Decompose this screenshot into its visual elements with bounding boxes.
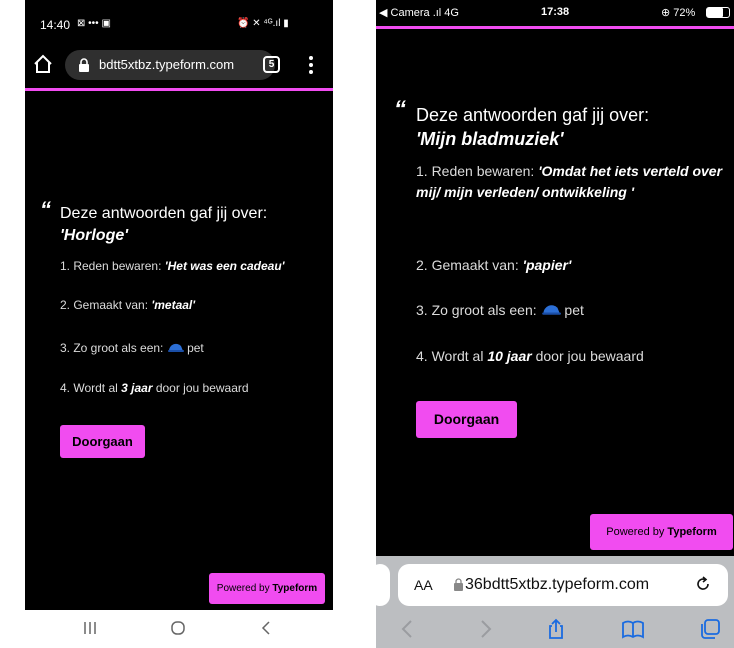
status-bar: ◀ Camera .ıl 4G 17:38 ⊕ 72%: [376, 0, 734, 24]
answer-line: 1. Reden bewaren: 'Het was een cadeau': [60, 259, 285, 273]
question-heading: Deze antwoorden gaf jij over: 'Mijn blad…: [416, 103, 716, 151]
system-icons: ⏰ ✕ ⁴ᴳ.ıl ▮: [237, 18, 289, 29]
home-icon[interactable]: [32, 53, 54, 75]
cap-icon: [167, 343, 184, 352]
android-screen: 14:40 ⊠ ••• ▣ ⏰ ✕ ⁴ᴳ.ıl ▮ bdtt5xtbz.type…: [25, 0, 333, 648]
url-text: 36bdtt5xtbz.typeform.com: [465, 576, 650, 593]
forward-icon[interactable]: [473, 618, 497, 640]
bookmarks-icon[interactable]: [621, 618, 645, 640]
tab-switcher-button[interactable]: 5: [263, 56, 280, 73]
heading-text: Deze antwoorden gaf jij over:: [60, 205, 268, 222]
address-bar[interactable]: bdtt5xtbz.typeform.com: [65, 50, 275, 80]
heading-item: 'Mijn bladmuziek': [416, 129, 564, 149]
answer-line: 2. Gemaakt van: 'metaal': [60, 298, 196, 312]
reload-icon[interactable]: [693, 574, 713, 594]
heading-item: 'Horloge': [60, 227, 129, 244]
status-time: 17:38: [541, 6, 570, 18]
more-menu-icon[interactable]: [301, 54, 321, 76]
status-bar: 14:40 ⊠ ••• ▣ ⏰ ✕ ⁴ᴳ.ıl ▮: [25, 0, 333, 42]
answer-line: 2. Gemaakt van: 'papier': [416, 257, 572, 273]
answer-line: 4. Wordt al 3 jaar door jou bewaard: [60, 381, 249, 395]
battery-icon: [706, 7, 730, 18]
powered-by-typeform[interactable]: Powered by Typeform: [209, 573, 325, 604]
home-nav-icon[interactable]: [168, 619, 188, 637]
answer-line: 4. Wordt al 10 jaar door jou bewaard: [416, 348, 644, 364]
previous-tab-peek[interactable]: [376, 564, 390, 606]
share-icon[interactable]: [544, 618, 568, 640]
address-bar[interactable]: AA 36bdtt5xtbz.typeform.com: [398, 564, 728, 606]
quote-mark: “: [40, 197, 51, 222]
answer-line: 3. Zo groot als een: pet: [60, 341, 204, 355]
answer-line: 1. Reden bewaren: 'Omdat het iets vertel…: [416, 163, 723, 200]
reader-aa-button[interactable]: AA: [414, 577, 433, 593]
safari-bottom-bar: AA 36bdtt5xtbz.typeform.com: [376, 556, 734, 648]
cap-icon: [541, 305, 561, 315]
question-heading: Deze antwoorden gaf jij over: 'Horloge': [60, 203, 320, 247]
typeform-content: “ Deze antwoorden gaf jij over: 'Horloge…: [25, 91, 333, 610]
status-time: 14:40: [40, 18, 71, 32]
battery-percent: ⊕ 72%: [661, 7, 696, 19]
heading-text: Deze antwoorden gaf jij over:: [416, 105, 650, 125]
android-nav-bar: [25, 610, 333, 648]
answer-line: 3. Zo groot als een: pet: [416, 302, 584, 318]
back-to-camera[interactable]: ◀ Camera .ıl 4G: [379, 6, 459, 19]
notification-icons: ⊠ ••• ▣: [77, 18, 111, 29]
lock-icon: [454, 578, 463, 591]
back-icon[interactable]: [396, 618, 420, 640]
browser-toolbar: bdtt5xtbz.typeform.com 5: [25, 42, 333, 88]
tabs-icon[interactable]: [698, 618, 722, 640]
ios-screen: ◀ Camera .ıl 4G 17:38 ⊕ 72% “ Deze antwo…: [376, 0, 734, 648]
back-nav-icon[interactable]: [257, 619, 277, 637]
url-text: bdtt5xtbz.typeform.com: [99, 57, 235, 72]
powered-by-typeform[interactable]: Powered by Typeform: [590, 514, 733, 550]
continue-button[interactable]: Doorgaan: [60, 425, 145, 458]
lock-icon: [79, 58, 89, 72]
progress-bar: [376, 26, 734, 29]
continue-button[interactable]: Doorgaan: [416, 401, 517, 438]
quote-mark: “: [394, 96, 406, 123]
recent-apps-icon[interactable]: [80, 619, 100, 637]
